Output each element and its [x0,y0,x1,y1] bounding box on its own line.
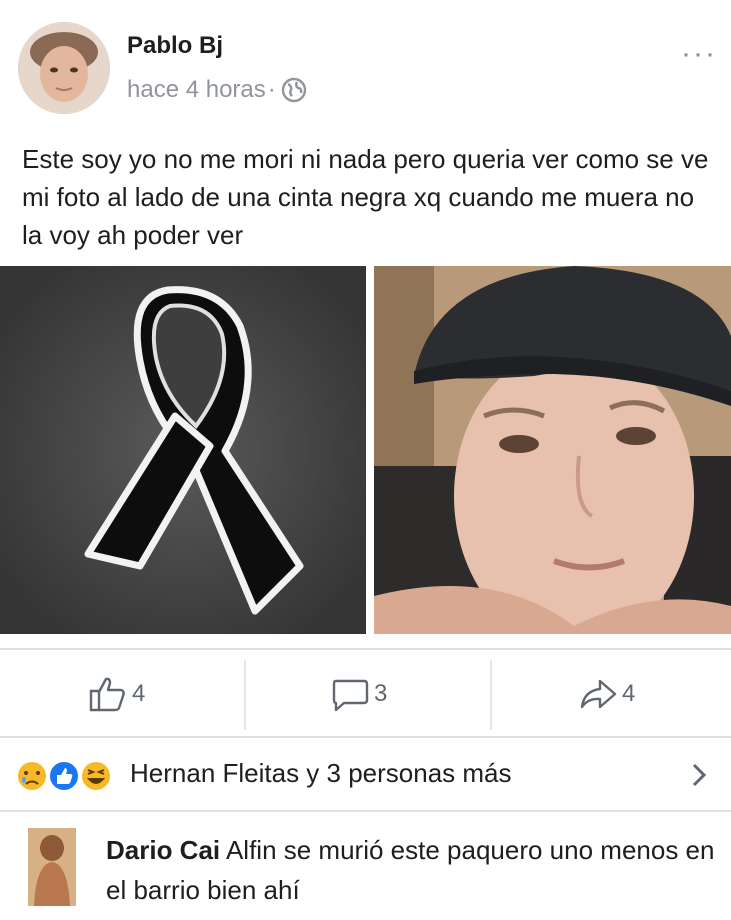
share-icon [580,679,617,709]
author-avatar[interactable] [18,22,110,114]
comment-icon [332,679,369,712]
photos-divider [0,648,731,650]
comment-count: 3 [374,680,388,707]
comment-button[interactable]: 3 [330,652,387,736]
reactions-text: Hernan Fleitas y 3 personas más [130,758,512,788]
like-count: 4 [132,680,146,707]
comment-body: Dario Cai Alfin se murió este paquero un… [106,830,716,910]
chevron-right-icon[interactable] [689,760,709,790]
post-header: Pablo Bj hace 4 horas · ··· [0,0,731,130]
author-name[interactable]: Pablo Bj [127,32,223,60]
post-photos [0,266,731,634]
black-ribbon-photo[interactable] [0,266,366,634]
more-options-icon[interactable]: ··· [681,39,717,69]
selfie-photo[interactable] [374,266,731,634]
action-bar: 4 3 4 [0,652,731,736]
post-time[interactable]: hace 4 horas [127,76,266,104]
globe-icon [280,76,308,104]
action-separator [490,660,492,730]
share-button[interactable]: 4 [578,652,635,736]
reactions-divider [0,810,731,812]
haha-reaction-icon [80,760,112,792]
post-text: Este soy yo no me mori ni nada pero quer… [22,144,709,250]
meta-separator: · [267,76,276,103]
sad-reaction-icon [16,760,48,792]
commenter-name[interactable]: Dario Cai [106,835,220,865]
reaction-icons [14,758,124,794]
post-meta: hace 4 horas · [127,76,308,104]
share-count: 4 [622,680,636,707]
actions-divider [0,736,731,738]
comment-item: Dario Cai Alfin se murió este paquero un… [0,818,731,920]
reactions-summary[interactable]: Hernan Fleitas y 3 personas más [0,746,731,806]
like-button[interactable]: 4 [88,652,145,736]
like-reaction-icon [48,760,80,792]
commenter-avatar[interactable] [28,828,76,906]
thumbs-up-icon [89,677,125,712]
action-separator [244,660,246,730]
